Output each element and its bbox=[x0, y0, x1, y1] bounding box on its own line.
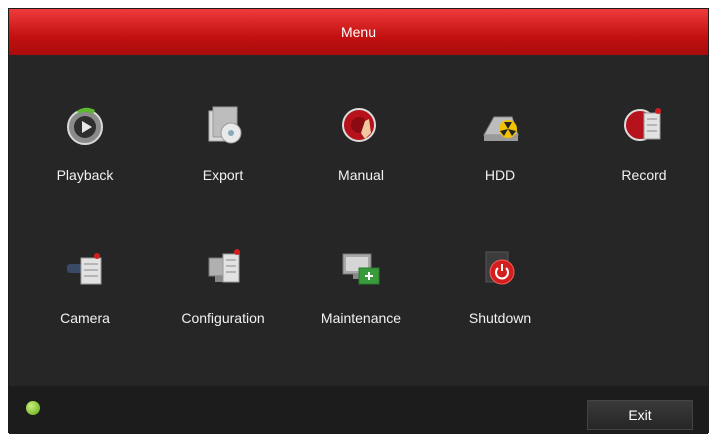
menu-item-manual[interactable]: Manual bbox=[291, 77, 431, 197]
manual-icon bbox=[342, 108, 376, 142]
menu-item-export[interactable]: Export bbox=[153, 77, 293, 197]
menu-item-label: Shutdown bbox=[468, 310, 532, 326]
exit-button[interactable]: Exit bbox=[587, 400, 693, 430]
maintenance-icon bbox=[342, 253, 380, 285]
window-title: Menu bbox=[340, 24, 377, 40]
menu-item-hdd[interactable]: HDD bbox=[430, 77, 570, 197]
menu-window: Menu Playback Export Manual HDD Record C… bbox=[8, 8, 709, 434]
menu-item-label: Manual bbox=[338, 167, 384, 183]
menu-item-label: Maintenance bbox=[320, 310, 402, 326]
menu-item-label: HDD bbox=[484, 167, 516, 183]
menu-item-playback[interactable]: Playback bbox=[15, 77, 155, 197]
menu-item-shutdown[interactable]: Shutdown bbox=[430, 220, 570, 340]
menu-item-record[interactable]: Record bbox=[574, 77, 714, 197]
playback-icon bbox=[67, 107, 103, 145]
menu-item-label: Export bbox=[202, 167, 244, 183]
export-icon bbox=[208, 106, 242, 144]
menu-item-camera[interactable]: Camera bbox=[15, 220, 155, 340]
menu-item-label: Playback bbox=[56, 167, 114, 183]
menu-item-configuration[interactable]: Configuration bbox=[153, 220, 293, 340]
menu-titlebar: Menu bbox=[9, 9, 708, 55]
camera-icon bbox=[67, 253, 102, 285]
help-icon[interactable] bbox=[26, 401, 40, 415]
menu-item-maintenance[interactable]: Maintenance bbox=[291, 220, 431, 340]
menu-item-label: Record bbox=[621, 167, 667, 183]
shutdown-icon bbox=[485, 251, 515, 285]
menu-item-label: Configuration bbox=[181, 310, 265, 326]
configuration-icon bbox=[208, 249, 240, 283]
menu-item-label: Camera bbox=[60, 310, 110, 326]
record-icon bbox=[624, 108, 661, 141]
menu-grid: Playback Export Manual HDD Record Camera… bbox=[9, 55, 708, 386]
menu-footer: Exit bbox=[9, 386, 708, 434]
hdd-icon bbox=[483, 116, 519, 141]
